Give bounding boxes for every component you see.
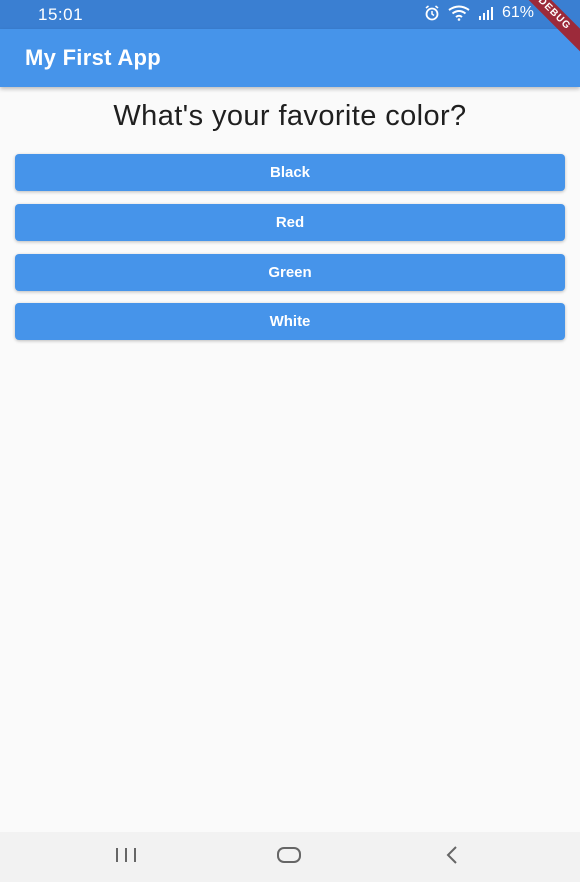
- answer-button-black[interactable]: Black: [15, 154, 565, 191]
- alarm-icon: [424, 5, 440, 21]
- signal-icon: [478, 6, 494, 20]
- home-icon: [275, 845, 303, 870]
- back-icon: [442, 845, 462, 870]
- back-button[interactable]: [437, 844, 467, 870]
- answer-button-green[interactable]: Green: [15, 254, 565, 291]
- app-title: My First App: [25, 45, 162, 70]
- recent-apps-button[interactable]: [111, 844, 141, 870]
- answer-button-red[interactable]: Red: [15, 204, 565, 241]
- status-icons: 61%: [424, 4, 534, 22]
- system-nav-bar: [0, 832, 580, 882]
- app-bar: My First App: [0, 29, 580, 87]
- home-button[interactable]: [274, 844, 304, 870]
- app-screen: 15:01 61% DEBUG My First App What's your…: [0, 0, 580, 882]
- recent-apps-icon: [112, 846, 140, 869]
- wifi-icon: [448, 5, 470, 21]
- question-text: What's your favorite color?: [113, 100, 467, 132]
- answer-button-white[interactable]: White: [15, 303, 565, 340]
- battery-level: 61%: [501, 4, 534, 21]
- status-bar: 15:01 61%: [0, 0, 580, 29]
- status-time: 15:01: [38, 5, 84, 24]
